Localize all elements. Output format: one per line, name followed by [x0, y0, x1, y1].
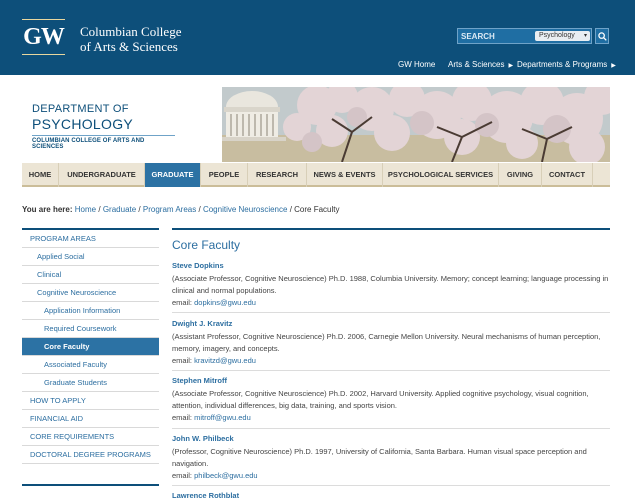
- faculty-divider: [172, 370, 610, 371]
- sidebar-item-clinical[interactable]: Clinical: [22, 266, 159, 284]
- sidebar-item-core-requirements[interactable]: CORE REQUIREMENTS: [22, 428, 159, 446]
- banner-photo-jefferson-memorial: [222, 87, 610, 162]
- faculty-email-link[interactable]: kravitzd@gwu.edu: [194, 356, 256, 365]
- department-name-line1: DEPARTMENT OF: [32, 103, 129, 115]
- breadcrumb: You are here: Home / Graduate / Program …: [22, 205, 340, 214]
- sidebar-item-doctoral-degree-programs[interactable]: DOCTORAL DEGREE PROGRAMS: [22, 446, 159, 464]
- content-top-rule: [172, 228, 610, 230]
- faculty-divider: [172, 485, 610, 486]
- email-label: email:: [172, 356, 193, 365]
- breadcrumb-current: Core Faculty: [294, 205, 340, 214]
- jefferson-memorial-photo: [222, 87, 610, 162]
- nav-people[interactable]: PEOPLE: [201, 163, 248, 187]
- faculty-email-link[interactable]: philbeck@gwu.edu: [194, 471, 258, 480]
- faculty-entry: Dwight J. Kravitz (Assistant Professor, …: [172, 318, 610, 367]
- gw-logo[interactable]: GW: [22, 19, 65, 55]
- breadcrumb-link-graduate[interactable]: Graduate: [103, 205, 136, 214]
- sidebar-item-associated-faculty[interactable]: Associated Faculty: [22, 356, 159, 374]
- sidebar-item-financial-aid[interactable]: FINANCIAL AID: [22, 410, 159, 428]
- top-links: GW Home Arts & Sciences ▶ Departments & P…: [0, 60, 635, 72]
- faculty-email-row: email: philbeck@gwu.edu: [172, 470, 610, 482]
- search-button[interactable]: [595, 28, 609, 44]
- faculty-entry: John W. Philbeck (Professor, Cognitive N…: [172, 433, 610, 482]
- nav-psychological-services[interactable]: PSYCHOLOGICAL SERVICES: [383, 163, 499, 187]
- sidebar-bottom-rule: [22, 484, 159, 486]
- sidebar-item-graduate-students[interactable]: Graduate Students: [22, 374, 159, 392]
- faculty-description: (Professor, Cognitive Neuroscience) Ph.D…: [172, 447, 587, 468]
- department-subtitle: COLUMBIAN COLLEGE OF ARTS AND SCIENCES: [32, 135, 175, 150]
- top-link-label: Arts & Sciences: [448, 60, 505, 69]
- faculty-name: John W. Philbeck: [172, 434, 234, 443]
- faculty-email-row: email: dopkins@gwu.edu: [172, 297, 610, 309]
- faculty-email-row: email: mitroff@gwu.edu: [172, 412, 610, 424]
- top-link-label: GW Home: [398, 60, 436, 69]
- faculty-name: Steve Dopkins: [172, 261, 224, 270]
- breadcrumb-link-program-areas[interactable]: Program Areas: [143, 205, 196, 214]
- main-nav: HOME UNDERGRADUATE GRADUATE PEOPLE RESEA…: [22, 163, 610, 187]
- college-name-line1: Columbian College: [80, 24, 182, 39]
- department-name-line2: PSYCHOLOGY: [32, 116, 134, 132]
- faculty-entry: Stephen Mitroff (Associate Professor, Co…: [172, 375, 610, 424]
- sidebar-item-program-areas[interactable]: PROGRAM AREAS: [22, 230, 159, 248]
- chevron-right-icon: ▶: [508, 63, 514, 69]
- faculty-description: (Associate Professor, Cognitive Neurosci…: [172, 274, 609, 295]
- breadcrumb-link-cognitive-neuroscience[interactable]: Cognitive Neuroscience: [203, 205, 288, 214]
- search-box: Psychology ▾: [457, 28, 592, 44]
- chevron-down-icon: ▾: [583, 33, 587, 39]
- site-header: GW Columbian College of Arts & Sciences …: [0, 0, 635, 75]
- nav-giving[interactable]: GIVING: [499, 163, 542, 187]
- breadcrumb-separator: /: [289, 205, 292, 214]
- college-name-line2: of Arts & Sciences: [80, 39, 178, 54]
- sidebar-nav: PROGRAM AREAS Applied Social Clinical Co…: [22, 228, 159, 464]
- nav-graduate[interactable]: GRADUATE: [145, 163, 201, 187]
- breadcrumb-separator: /: [98, 205, 101, 214]
- top-link-arts-sciences[interactable]: Arts & Sciences ▶: [448, 60, 513, 69]
- faculty-divider: [172, 312, 610, 313]
- faculty-email-row: email: kravitzd@gwu.edu: [172, 355, 610, 367]
- nav-undergraduate[interactable]: UNDERGRADUATE: [59, 163, 145, 187]
- breadcrumb-separator: /: [138, 205, 141, 214]
- faculty-description: (Assistant Professor, Cognitive Neurosci…: [172, 332, 601, 353]
- search-scope-value: Psychology: [539, 32, 575, 39]
- sidebar-item-how-to-apply[interactable]: HOW TO APPLY: [22, 392, 159, 410]
- sidebar-item-cognitive-neuroscience[interactable]: Cognitive Neuroscience: [22, 284, 159, 302]
- breadcrumb-lead: You are here:: [22, 205, 73, 214]
- college-name[interactable]: Columbian College of Arts & Sciences: [80, 24, 181, 54]
- email-label: email:: [172, 471, 193, 480]
- faculty-email-link[interactable]: mitroff@gwu.edu: [194, 413, 251, 422]
- faculty-name: Lawrence Rothblat: [172, 491, 240, 500]
- department-name[interactable]: DEPARTMENT OF PSYCHOLOGY COLUMBIAN COLLE…: [32, 103, 175, 150]
- search-input[interactable]: [461, 30, 533, 42]
- faculty-entry: Steve Dopkins (Associate Professor, Cogn…: [172, 260, 610, 309]
- faculty-name: Stephen Mitroff: [172, 376, 227, 385]
- faculty-email-link[interactable]: dopkins@gwu.edu: [194, 298, 256, 307]
- sidebar-item-core-faculty[interactable]: Core Faculty: [22, 338, 159, 356]
- email-label: email:: [172, 413, 193, 422]
- top-link-departments[interactable]: Departments & Programs ▶: [517, 60, 616, 69]
- top-link-label: Departments & Programs: [517, 60, 608, 69]
- sidebar-item-application-information[interactable]: Application Information: [22, 302, 159, 320]
- faculty-divider: [172, 428, 610, 429]
- department-banner: DEPARTMENT OF PSYCHOLOGY COLUMBIAN COLLE…: [22, 87, 610, 162]
- search-scope-select[interactable]: Psychology ▾: [535, 31, 590, 41]
- top-link-gw-home[interactable]: GW Home: [398, 60, 435, 69]
- nav-contact[interactable]: CONTACT: [542, 163, 593, 187]
- page-title: Core Faculty: [172, 238, 241, 252]
- search-icon: [598, 32, 607, 41]
- nav-research[interactable]: RESEARCH: [248, 163, 307, 187]
- faculty-description: (Associate Professor, Cognitive Neurosci…: [172, 389, 589, 410]
- nav-home[interactable]: HOME: [22, 163, 59, 187]
- breadcrumb-link-home[interactable]: Home: [75, 205, 96, 214]
- breadcrumb-separator: /: [198, 205, 201, 214]
- sidebar-item-required-coursework[interactable]: Required Coursework: [22, 320, 159, 338]
- sidebar-item-applied-social[interactable]: Applied Social: [22, 248, 159, 266]
- chevron-right-icon: ▶: [611, 63, 616, 69]
- nav-news-events[interactable]: NEWS & EVENTS: [307, 163, 383, 187]
- faculty-name: Dwight J. Kravitz: [172, 319, 233, 328]
- email-label: email:: [172, 298, 193, 307]
- faculty-entry: Lawrence Rothblat: [172, 490, 610, 500]
